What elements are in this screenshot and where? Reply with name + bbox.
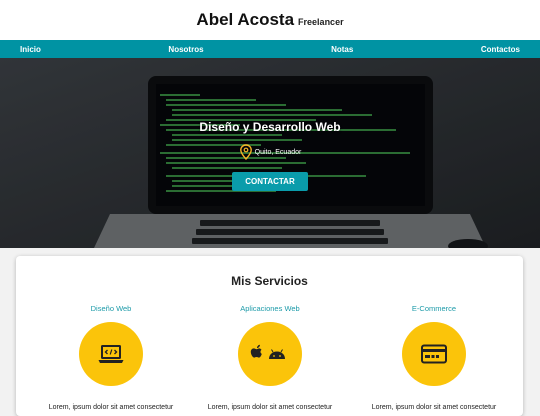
nav-item-contactos[interactable]: Contactos xyxy=(481,45,520,54)
hero-section: Diseño y Desarrollo Web Quito, Ecuador C… xyxy=(0,58,540,248)
service-description: Lorem, ipsum dolor sit amet consectetur xyxy=(48,404,174,411)
service-name: Aplicaciones Web xyxy=(240,304,300,313)
brand-subtitle: Freelancer xyxy=(298,17,344,27)
service-name: E-Commerce xyxy=(411,304,457,313)
services-card: Mis Servicios Diseño Web Lorem, ipsum do… xyxy=(16,256,523,416)
service-ecommerce: E-Commerce Lorem, ipsum dolor sit amet c… xyxy=(359,304,509,411)
service-description: Lorem, ipsum dolor sit amet consectetur xyxy=(371,404,497,411)
apple-android-icon xyxy=(238,322,302,386)
services-title: Mis Servicios xyxy=(231,274,308,288)
main-nav: Inicio Nosotros Notas Contactos xyxy=(0,40,540,58)
site-header: Abel Acosta Freelancer xyxy=(0,0,540,40)
hero-title: Diseño y Desarrollo Web xyxy=(199,120,341,134)
hero-content: Diseño y Desarrollo Web Quito, Ecuador C… xyxy=(0,120,540,191)
location-text: Quito, Ecuador xyxy=(254,148,302,156)
service-aplicaciones-web: Aplicaciones Web Lorem, ipsum dolor sit … xyxy=(195,304,345,411)
laptop-code-icon xyxy=(79,322,143,386)
brand[interactable]: Abel Acosta Freelancer xyxy=(196,10,343,30)
hero-location: Quito, Ecuador xyxy=(0,144,540,160)
nav-item-nosotros[interactable]: Nosotros xyxy=(168,45,203,54)
service-diseno-web: Diseño Web Lorem, ipsum dolor sit amet c… xyxy=(36,304,186,411)
map-pin-icon xyxy=(239,144,252,160)
credit-card-icon xyxy=(402,322,466,386)
nav-item-notas[interactable]: Notas xyxy=(331,45,353,54)
brand-name: Abel Acosta xyxy=(196,10,295,29)
service-description: Lorem, ipsum dolor sit amet consectetur xyxy=(207,404,333,411)
service-name: Diseño Web xyxy=(90,304,132,313)
contact-button[interactable]: CONTACTAR xyxy=(232,172,308,191)
nav-item-inicio[interactable]: Inicio xyxy=(20,45,41,54)
